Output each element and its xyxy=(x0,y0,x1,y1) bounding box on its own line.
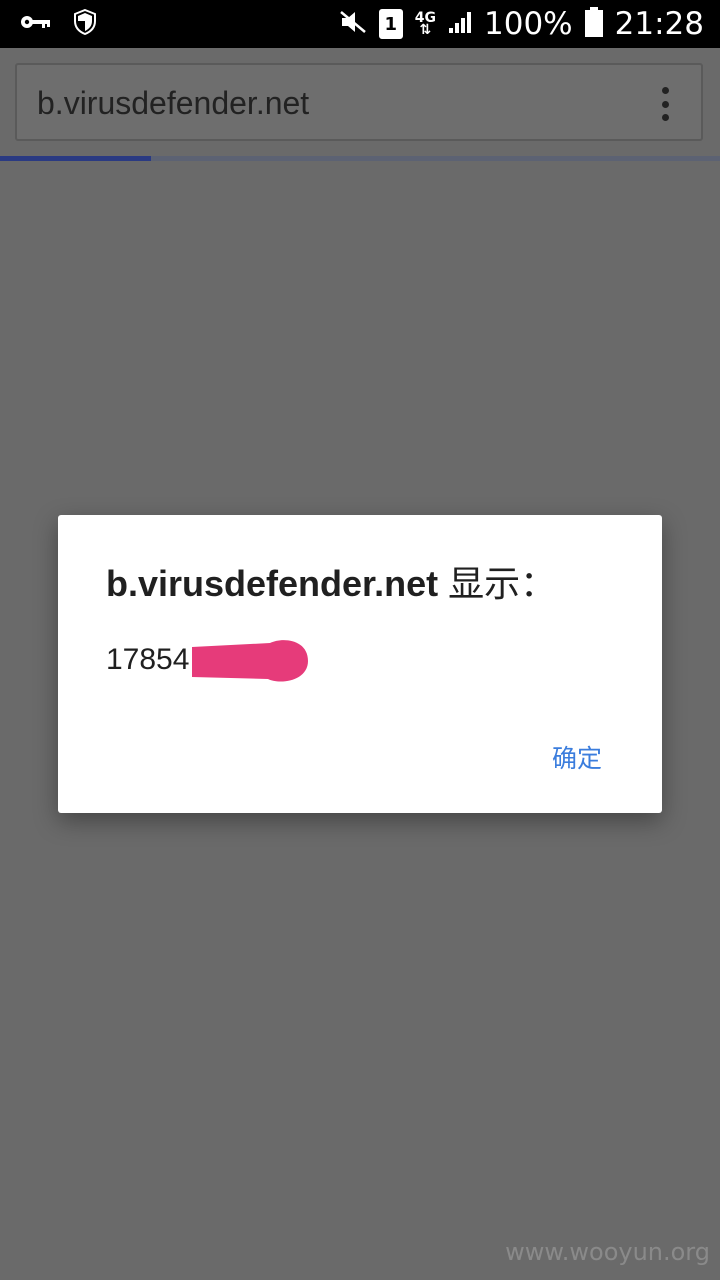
alert-dialog: b.virusdefender.net 显示： 17854 确定 xyxy=(58,515,662,813)
network-type: 4G ⇅ xyxy=(415,11,436,38)
status-bar: 1 4G ⇅ 100% 21:28 xyxy=(0,0,720,48)
browser-toolbar: b.virusdefender.net xyxy=(0,48,720,156)
url-text[interactable]: b.virusdefender.net xyxy=(37,65,309,143)
key-icon xyxy=(20,13,52,36)
dialog-title: b.virusdefender.net 显示： xyxy=(106,555,556,607)
shield-icon xyxy=(74,8,96,40)
mute-icon xyxy=(339,10,367,39)
signal-icon xyxy=(448,10,472,39)
redaction-mark xyxy=(192,640,308,682)
page-load-progress xyxy=(0,156,720,161)
clock: 21:28 xyxy=(614,6,704,42)
page-load-progress-fill xyxy=(0,156,152,161)
address-bar[interactable]: b.virusdefender.net xyxy=(15,63,703,141)
status-bar-right: 1 4G ⇅ 100% 21:28 xyxy=(339,0,704,48)
battery-percent: 100% xyxy=(484,6,573,42)
dialog-title-suffix: 显示： xyxy=(448,563,557,604)
dialog-message: 17854 xyxy=(106,643,190,676)
watermark: www.wooyun.org xyxy=(505,1238,710,1266)
overflow-menu-icon[interactable] xyxy=(659,87,671,121)
status-bar-left xyxy=(20,0,96,48)
sim-icon: 1 xyxy=(378,9,403,39)
network-arrows-icon: ⇅ xyxy=(419,22,432,38)
ok-button[interactable]: 确定 xyxy=(552,739,602,775)
dialog-title-host: b.virusdefender.net xyxy=(106,563,439,604)
battery-icon xyxy=(584,6,603,42)
